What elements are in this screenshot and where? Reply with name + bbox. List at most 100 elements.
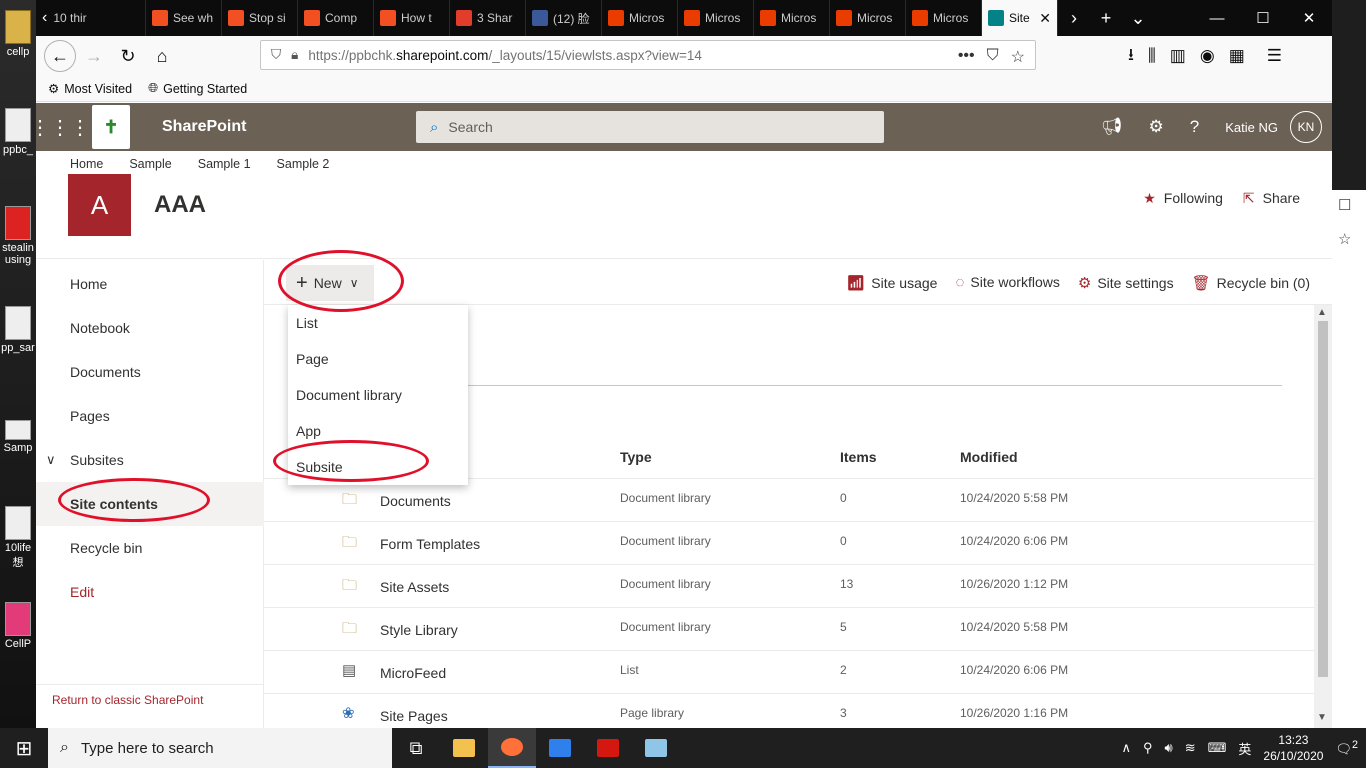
column-type[interactable]: Type <box>620 449 652 465</box>
nav-item-home[interactable]: Home <box>36 262 264 306</box>
row-name[interactable]: Site Assets <box>380 579 449 595</box>
network-icon[interactable]: ⚲ <box>1143 740 1153 756</box>
task-view-icon[interactable]: ⧉ <box>392 728 440 768</box>
bookmark-star-icon[interactable]: ☆ <box>1011 47 1025 67</box>
menu-item-app[interactable]: App <box>288 413 468 449</box>
table-row[interactable]: ▤ MicroFeed List 2 10/24/2020 6:06 PM <box>264 651 1314 694</box>
tab[interactable]: ‹ 10 thir <box>36 0 146 36</box>
nav-item-pages[interactable]: Pages <box>36 394 264 438</box>
clock[interactable]: 13:23 26/10/2020 <box>1263 732 1323 764</box>
scroll-down-icon[interactable]: ▼ <box>1317 712 1327 723</box>
new-tab-icon[interactable]: + <box>1090 0 1122 36</box>
tab[interactable]: Comp <box>298 0 374 36</box>
settings-gear-icon[interactable]: ⚙ <box>1149 117 1164 137</box>
tab[interactable]: (12) 脸 <box>526 0 602 36</box>
chevron-down-icon[interactable]: ∨ <box>46 452 56 468</box>
nav-item-documents[interactable]: Documents <box>36 350 264 394</box>
media-player-icon[interactable] <box>536 728 584 768</box>
tab[interactable]: Micros <box>754 0 830 36</box>
notification-icon[interactable]: 🗨︎2 <box>1335 739 1358 757</box>
vertical-scrollbar[interactable]: ▲ ▼ <box>1314 305 1332 728</box>
menu-icon[interactable]: ☰ <box>1267 46 1282 66</box>
nav-item-recycle-bin[interactable]: Recycle bin <box>36 526 264 570</box>
back-button[interactable]: ← <box>44 40 76 72</box>
tab[interactable]: 3 Shar <box>450 0 526 36</box>
file-explorer-icon[interactable] <box>440 728 488 768</box>
organization-logo[interactable]: ✝ <box>92 105 130 149</box>
nav-item-site-contents[interactable]: Site contents <box>36 482 264 526</box>
close-window-icon[interactable]: ✕ <box>1286 0 1332 36</box>
chevron-up-icon[interactable]: ∧ <box>1121 740 1131 756</box>
row-name[interactable]: MicroFeed <box>380 665 446 681</box>
ime-indicator[interactable]: 英 <box>1238 739 1251 758</box>
tab[interactable]: Micros <box>602 0 678 36</box>
bookmark-most-visited[interactable]: ⚙ Most Visited <box>48 81 132 97</box>
column-items[interactable]: Items <box>840 449 877 465</box>
minimize-icon[interactable]: — <box>1194 0 1240 36</box>
notepad-icon[interactable] <box>632 728 680 768</box>
sidebar-icon[interactable]: ▥ <box>1170 46 1186 66</box>
tab[interactable]: Micros <box>830 0 906 36</box>
table-row[interactable]: 🗀︎ Form Templates Document library 0 10/… <box>264 522 1314 565</box>
chevron-right-icon[interactable]: › <box>1058 0 1090 36</box>
bookmark-getting-started[interactable]: 🌐︎ Getting Started <box>148 81 247 96</box>
desktop-icon[interactable]: CellP <box>0 602 36 650</box>
lock-icon[interactable]: 🔒︎ <box>291 47 298 63</box>
scroll-thumb[interactable] <box>1318 321 1328 677</box>
sharepoint-search-box[interactable]: ⌕ Search <box>416 111 884 143</box>
tab[interactable]: See wh <box>146 0 222 36</box>
site-title[interactable]: AAA <box>154 191 206 219</box>
reload-button[interactable]: ↻ <box>112 40 144 72</box>
volume-icon[interactable]: 🔊︎ <box>1165 740 1173 756</box>
nav-edit-link[interactable]: Edit <box>36 570 264 614</box>
return-to-classic-link[interactable]: Return to classic SharePoint <box>52 693 203 707</box>
chevron-down-icon[interactable]: ⌄ <box>1122 0 1154 36</box>
firefox-icon[interactable] <box>488 728 536 768</box>
wifi-icon[interactable]: ≋ <box>1185 740 1196 756</box>
keyboard-icon[interactable]: ⌨ <box>1208 740 1227 756</box>
shield-icon[interactable]: ⛉ <box>271 47 281 63</box>
windows-start-icon[interactable]: ⊞ <box>0 728 48 768</box>
nav-item-subsites[interactable]: ∨ Subsites <box>36 438 264 482</box>
library-icon[interactable]: ⫼ <box>1148 46 1156 66</box>
desktop-icon[interactable]: stealin using <box>0 206 36 266</box>
column-modified[interactable]: Modified <box>960 449 1018 465</box>
site-usage-button[interactable]: 📶︎ Site usage <box>846 274 937 292</box>
sharepoint-brand[interactable]: SharePoint <box>162 118 246 136</box>
row-name[interactable]: Site Pages <box>380 708 448 724</box>
table-row[interactable]: 🗀︎ Documents Document library 0 10/24/20… <box>264 479 1314 522</box>
scroll-up-icon[interactable]: ▲ <box>1317 307 1327 318</box>
menu-item-page[interactable]: Page <box>288 341 468 377</box>
help-icon[interactable]: ? <box>1190 117 1199 137</box>
topnav-home[interactable]: Home <box>70 157 103 171</box>
desktop-icon[interactable]: pp_sar <box>0 306 36 354</box>
avatar[interactable]: KN <box>1290 111 1322 143</box>
tab[interactable]: Micros <box>906 0 982 36</box>
taskbar-search-box[interactable]: ⌕ Type here to search <box>48 728 392 768</box>
megaphone-icon[interactable]: 📢︎ <box>1101 117 1123 137</box>
account-icon[interactable]: ◉ <box>1200 46 1215 66</box>
desktop-icon[interactable]: 10life 想 <box>0 506 36 570</box>
nav-item-notebook[interactable]: Notebook <box>36 306 264 350</box>
tab[interactable]: Micros <box>678 0 754 36</box>
app-launcher-icon[interactable]: ⋮⋮⋮ <box>30 103 90 151</box>
table-row[interactable]: 🗀︎ Style Library Document library 5 10/2… <box>264 608 1314 651</box>
close-icon[interactable]: ✕ <box>1039 10 1051 27</box>
acrobat-icon[interactable] <box>584 728 632 768</box>
download-icon[interactable]: ⭳ <box>1128 42 1134 71</box>
extensions-icon[interactable]: ▦ <box>1229 46 1245 66</box>
menu-item-document-library[interactable]: Document library <box>288 377 468 413</box>
site-settings-button[interactable]: ⚙ Site settings <box>1078 274 1174 292</box>
new-button[interactable]: + New ∨ <box>286 265 374 301</box>
share-button[interactable]: ⇱ Share <box>1243 190 1300 207</box>
recycle-bin-button[interactable]: 🗑︎ Recycle bin (0) <box>1192 274 1310 292</box>
site-logo[interactable]: A <box>68 174 131 236</box>
more-icon[interactable]: ••• <box>958 47 975 67</box>
desktop-icon[interactable]: cellp <box>0 10 36 58</box>
table-row[interactable]: ❀ Site Pages Page library 3 10/26/2020 1… <box>264 694 1314 728</box>
tab[interactable]: How t <box>374 0 450 36</box>
tab[interactable]: Stop si <box>222 0 298 36</box>
topnav-sample[interactable]: Sample <box>129 157 171 171</box>
user-name[interactable]: Katie NG <box>1225 120 1278 135</box>
menu-item-list[interactable]: List <box>288 305 468 341</box>
